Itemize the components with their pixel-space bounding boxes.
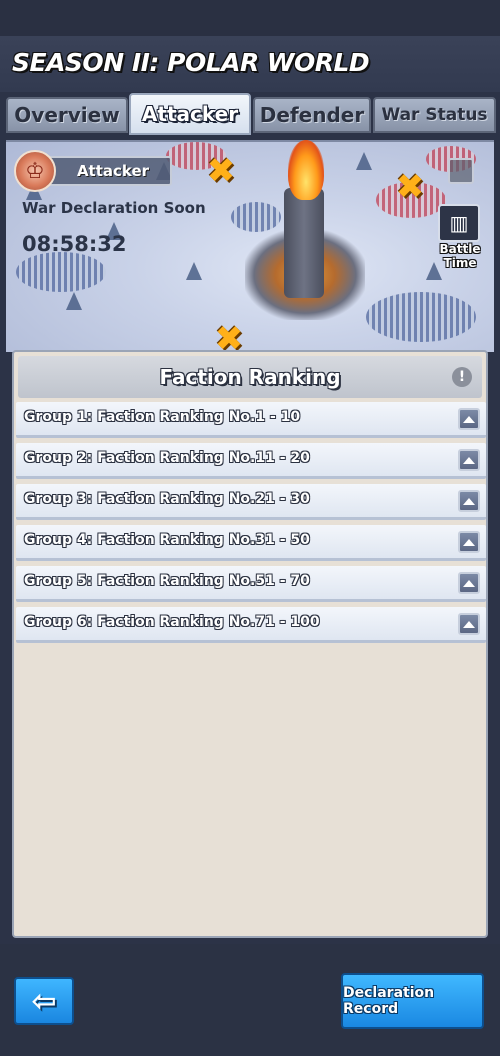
tab-bar: Overview Attacker Defender War Status [6, 93, 496, 137]
tab-overview[interactable]: Overview [6, 97, 128, 133]
group-label: Group 4: Faction Ranking No.31 - 50 [24, 532, 310, 548]
info-icon[interactable]: ! [452, 367, 472, 387]
group-row-3[interactable]: Group 3: Faction Ranking No.21 - 30 [16, 484, 486, 520]
group-label: Group 5: Faction Ranking No.51 - 70 [24, 573, 310, 589]
page-title: SEASON II: POLAR WORLD [12, 48, 370, 77]
group-label: Group 1: Faction Ranking No.1 - 10 [24, 409, 301, 425]
group-label: Group 3: Faction Ranking No.21 - 30 [24, 491, 310, 507]
fortress-flame [288, 140, 324, 200]
panel-header: Faction Ranking ! [18, 356, 482, 398]
faction-emblem-icon: ♔ [14, 150, 56, 192]
chevron-up-icon[interactable] [458, 490, 480, 512]
battle-time-label: Battle Time [439, 242, 481, 270]
crossed-swords-icon[interactable]: ✖ [393, 170, 427, 204]
war-status-text: War Declaration Soon [22, 199, 206, 217]
chevron-up-icon[interactable] [458, 408, 480, 430]
group-row-4[interactable]: Group 4: Faction Ranking No.31 - 50 [16, 525, 486, 561]
status-bar [0, 0, 500, 36]
group-row-6[interactable]: Group 6: Faction Ranking No.71 - 100 [16, 607, 486, 643]
fortress-tower [284, 188, 324, 298]
role-badge: Attacker ♔ [14, 150, 172, 192]
group-row-5[interactable]: Group 5: Faction Ranking No.51 - 70 [16, 566, 486, 602]
map-icon: ▥ [438, 204, 480, 242]
panel-title: Faction Ranking [159, 365, 341, 389]
chevron-up-icon[interactable] [458, 613, 480, 635]
chevron-up-icon[interactable] [458, 572, 480, 594]
group-label: Group 2: Faction Ranking No.11 - 20 [24, 450, 310, 466]
back-arrow-icon: ⇦ [31, 983, 57, 1019]
group-row-1[interactable]: Group 1: Faction Ranking No.1 - 10 [16, 402, 486, 438]
tab-attacker[interactable]: Attacker [129, 93, 251, 135]
battle-time-button[interactable]: ▥ Battle Time [428, 204, 494, 270]
back-button[interactable]: ⇦ [14, 977, 74, 1025]
declaration-record-button[interactable]: Declaration Record [341, 973, 484, 1029]
tab-defender[interactable]: Defender [253, 97, 371, 133]
crossed-swords-icon[interactable]: ✖ [204, 154, 238, 188]
chevron-up-icon[interactable] [458, 449, 480, 471]
tab-war-status[interactable]: War Status [373, 97, 496, 133]
role-label: Attacker [44, 156, 172, 186]
group-row-2[interactable]: Group 2: Faction Ranking No.11 - 20 [16, 443, 486, 479]
countdown-timer: 08:58:32 [22, 232, 127, 256]
building-icon[interactable] [448, 158, 474, 184]
faction-ranking-panel: Faction Ranking ! Group 1: Faction Ranki… [12, 350, 488, 938]
chevron-up-icon[interactable] [458, 531, 480, 553]
group-label: Group 6: Faction Ranking No.71 - 100 [24, 614, 320, 630]
